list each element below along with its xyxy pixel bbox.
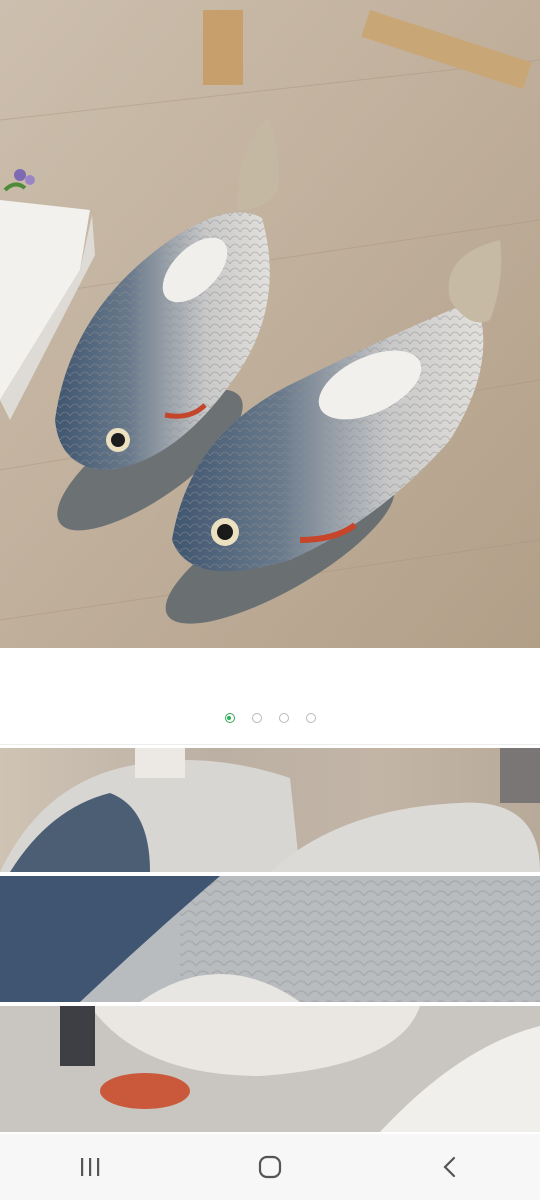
fish-scale-crop-image — [0, 876, 540, 1002]
system-navigation-bar — [0, 1134, 540, 1200]
product-main-image[interactable] — [0, 0, 540, 648]
detail-image-1[interactable] — [0, 748, 540, 872]
back-icon — [443, 1156, 456, 1178]
fish-slipper-photo — [0, 0, 540, 648]
detail-image-3[interactable] — [0, 1006, 540, 1132]
home-button[interactable] — [240, 1137, 300, 1197]
section-divider — [0, 744, 540, 745]
slipper-top-crop-image — [0, 748, 540, 872]
back-button[interactable] — [420, 1137, 480, 1197]
recent-apps-icon — [81, 1158, 100, 1176]
carousel-dot-2[interactable] — [251, 713, 262, 723]
carousel-dot-4[interactable] — [305, 713, 316, 723]
carousel-indicators — [0, 704, 540, 732]
home-icon — [258, 1155, 282, 1179]
carousel-dot-3[interactable] — [278, 713, 289, 723]
carousel-dot-1[interactable] — [224, 713, 235, 723]
detail-image-2[interactable] — [0, 876, 540, 1002]
slipper-opening-crop-image — [0, 1006, 540, 1132]
recent-apps-button[interactable] — [60, 1137, 120, 1197]
